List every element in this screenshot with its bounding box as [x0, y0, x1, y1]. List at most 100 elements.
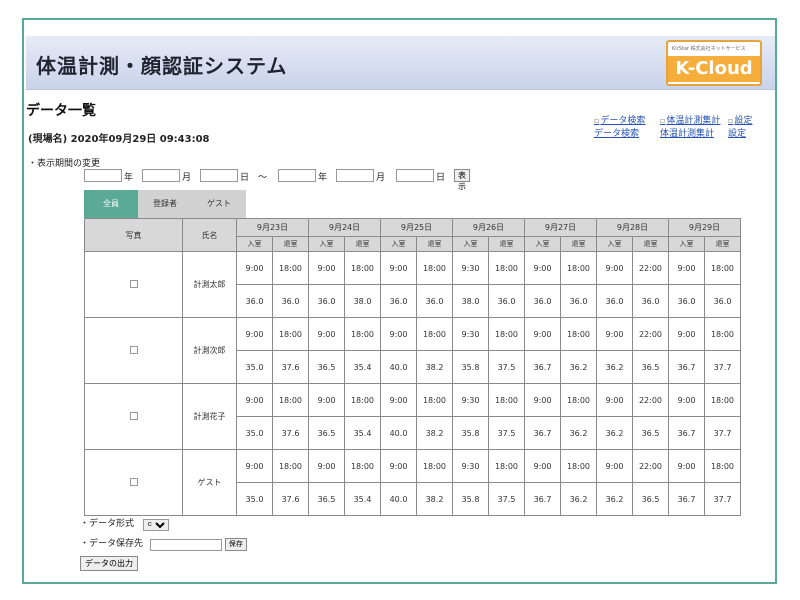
end-month-input[interactable]: [336, 169, 374, 182]
temperature-cell: 40.0: [380, 416, 417, 450]
date-column-header: 9月25日: [380, 218, 453, 237]
broken-image-icon[interactable]: 設定: [728, 114, 752, 128]
year-unit: 年: [318, 173, 328, 183]
time-cell: 18:00: [488, 383, 525, 417]
link-temperature-summary[interactable]: 体温計測集計 体温計測集計: [660, 114, 720, 141]
link-text[interactable]: 体温計測集計: [660, 128, 720, 141]
temperature-cell: 36.7: [668, 350, 705, 384]
out-subheader: 退室: [704, 236, 741, 252]
tab-all[interactable]: 全員: [84, 190, 138, 218]
photo-column-header: 写真: [84, 218, 183, 252]
broken-image-icon: [129, 345, 138, 354]
logo-text: K-Cloud: [668, 56, 760, 82]
end-day-input[interactable]: [396, 169, 434, 182]
table-row: 計測太郎 9:00 18:00 9:00 18:00 9:00 18:00 9:30 18:00…: [84, 251, 741, 318]
save-button[interactable]: 保存: [224, 537, 247, 551]
temperature-cell: 36.2: [560, 482, 597, 516]
time-cell: 18:00: [272, 383, 309, 417]
save-row: ・データ保存先 保存: [80, 536, 247, 551]
photo-cell: [84, 317, 183, 384]
time-cell: 9:30: [452, 317, 489, 351]
month-unit: 月: [182, 173, 192, 183]
temperature-cell: 36.0: [272, 284, 309, 318]
temperature-cell: 36.2: [560, 416, 597, 450]
time-cell: 18:00: [560, 449, 597, 483]
photo-cell: [84, 449, 183, 516]
time-cell: 18:00: [560, 383, 597, 417]
time-cell: 22:00: [632, 383, 669, 417]
link-text[interactable]: 設定: [728, 128, 752, 141]
in-subheader: 入室: [524, 236, 561, 252]
year-unit: 年: [124, 173, 134, 183]
in-subheader: 入室: [668, 236, 705, 252]
time-cell: 18:00: [344, 251, 381, 285]
time-cell: 9:00: [380, 251, 417, 285]
time-cell: 18:00: [704, 251, 741, 285]
link-text[interactable]: データ検索: [594, 128, 645, 141]
time-cell: 18:00: [704, 449, 741, 483]
start-month-input[interactable]: [142, 169, 180, 182]
app-title: 体温計測・顔認証システム: [36, 54, 288, 78]
tab-registered[interactable]: 登録者: [138, 190, 192, 218]
temperature-cell: 36.7: [524, 350, 561, 384]
time-cell: 22:00: [632, 449, 669, 483]
start-day-input[interactable]: [200, 169, 238, 182]
time-cell: 9:30: [452, 251, 489, 285]
save-path-input[interactable]: [149, 538, 222, 551]
out-subheader: 退室: [344, 236, 381, 252]
temperature-cell: 35.4: [344, 416, 381, 450]
temperature-cell: 38.0: [452, 284, 489, 318]
temperature-cell: 36.0: [380, 284, 417, 318]
temperature-cell: 36.7: [524, 482, 561, 516]
export-button[interactable]: データの出力: [80, 556, 138, 571]
time-cell: 18:00: [344, 449, 381, 483]
temperature-cell: 36.5: [308, 350, 345, 384]
temperature-cell: 38.0: [344, 284, 381, 318]
time-cell: 9:00: [308, 251, 345, 285]
temperature-cell: 36.5: [632, 482, 669, 516]
temperature-cell: 35.8: [452, 350, 489, 384]
broken-image-icon[interactable]: データ検索: [594, 114, 645, 128]
link-data-search[interactable]: データ検索 データ検索: [594, 114, 645, 141]
temperature-cell: 37.7: [704, 350, 741, 384]
show-button[interactable]: 表示: [454, 169, 470, 191]
time-cell: 9:00: [668, 449, 705, 483]
time-cell: 9:00: [524, 251, 561, 285]
start-year-input[interactable]: [84, 169, 122, 182]
date-column-header: 9月26日: [452, 218, 525, 237]
temperature-cell: 36.5: [632, 416, 669, 450]
temperature-cell: 36.7: [668, 416, 705, 450]
tab-guest[interactable]: ゲスト: [192, 190, 246, 218]
temperature-cell: 36.0: [236, 284, 273, 318]
person-name: ゲスト: [182, 449, 237, 516]
end-year-input[interactable]: [278, 169, 316, 182]
temperature-cell: 35.0: [236, 482, 273, 516]
temperature-cell: 36.7: [668, 482, 705, 516]
temperature-cell: 35.0: [236, 350, 273, 384]
time-cell: 9:00: [236, 449, 273, 483]
time-cell: 9:00: [596, 251, 633, 285]
broken-image-icon[interactable]: 体温計測集計: [660, 114, 720, 128]
logo-company-text: KirStar 株式会社ネットサービス: [672, 46, 746, 52]
out-subheader: 退室: [272, 236, 309, 252]
temperature-cell: 36.0: [416, 284, 453, 318]
time-cell: 9:00: [380, 317, 417, 351]
format-select[interactable]: csv: [142, 518, 169, 531]
data-table: 写真 氏名 9月23日 9月24日 9月25日 9月26日 9月27日 9月28日 9月29…: [84, 218, 741, 516]
temperature-cell: 37.5: [488, 416, 525, 450]
temperature-cell: 40.0: [380, 350, 417, 384]
time-cell: 18:00: [416, 449, 453, 483]
link-settings[interactable]: 設定 設定: [728, 114, 752, 141]
time-cell: 9:00: [596, 383, 633, 417]
broken-image-icon: [129, 279, 138, 288]
month-unit: 月: [376, 173, 386, 183]
time-cell: 18:00: [704, 383, 741, 417]
time-cell: 9:00: [236, 251, 273, 285]
out-subheader: 退室: [416, 236, 453, 252]
in-subheader: 入室: [308, 236, 345, 252]
temperature-cell: 36.0: [668, 284, 705, 318]
time-cell: 9:00: [524, 383, 561, 417]
time-cell: 9:00: [236, 317, 273, 351]
table-row: 計測次郎 9:00 18:00 9:00 18:00 9:00 18:00 9:30 18:00…: [84, 317, 741, 384]
time-cell: 9:30: [452, 449, 489, 483]
